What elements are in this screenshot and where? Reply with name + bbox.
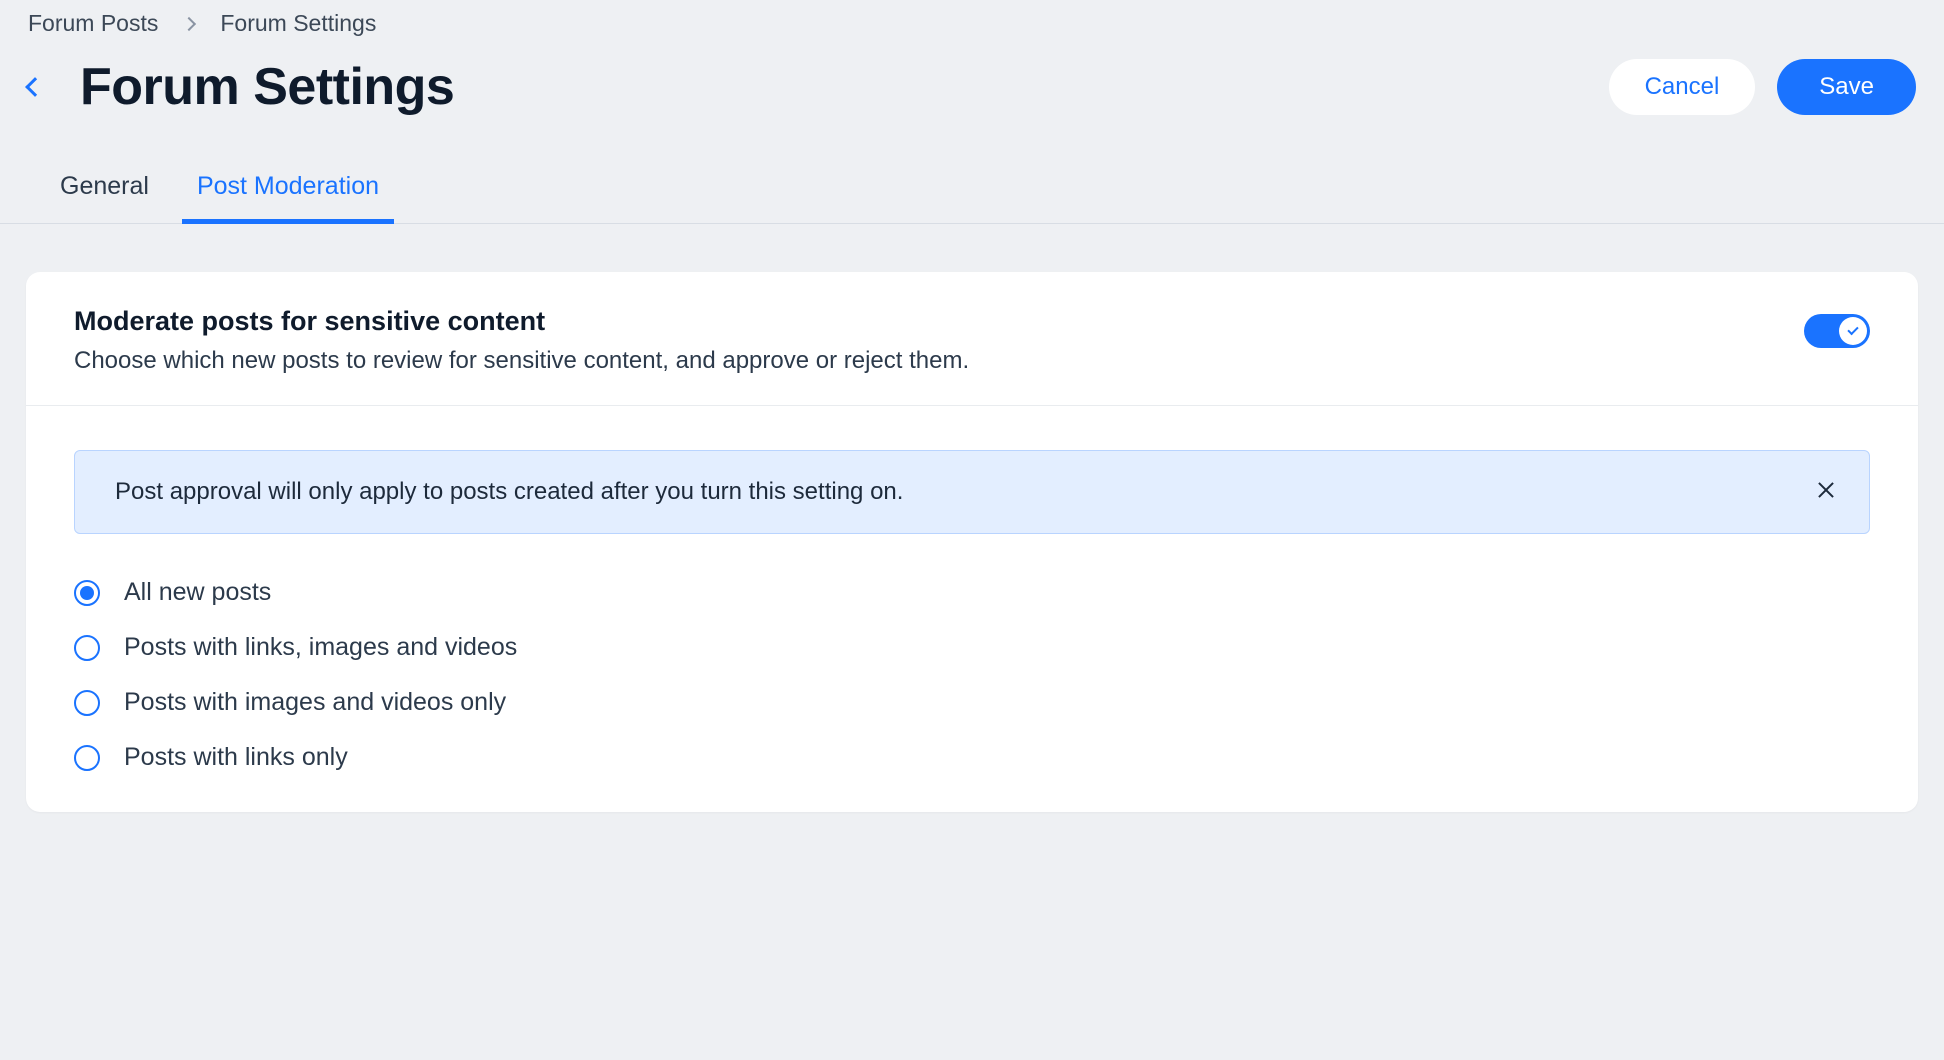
back-chevron-icon[interactable] — [25, 77, 45, 97]
radio-label: Posts with links only — [124, 743, 348, 772]
card-header: Moderate posts for sensitive content Cho… — [26, 272, 1918, 406]
tab-post-moderation[interactable]: Post Moderation — [197, 172, 379, 223]
radio-option-links-only[interactable]: Posts with links only — [74, 743, 1870, 772]
check-icon — [1847, 324, 1858, 335]
page-title: Forum Settings — [80, 57, 454, 117]
radio-option-all-new-posts[interactable]: All new posts — [74, 578, 1870, 607]
header-actions: Cancel Save — [1609, 59, 1916, 115]
chevron-right-icon — [182, 16, 196, 30]
breadcrumb: Forum Posts Forum Settings — [0, 0, 1944, 37]
card-description: Choose which new posts to review for sen… — [74, 347, 1804, 375]
moderation-toggle[interactable] — [1804, 314, 1870, 348]
radio-label: Posts with links, images and videos — [124, 633, 517, 662]
radio-indicator — [74, 745, 100, 771]
page-header: Forum Settings Cancel Save — [0, 37, 1944, 117]
close-icon — [1817, 481, 1835, 499]
card-title: Moderate posts for sensitive content — [74, 306, 1804, 337]
breadcrumb-item-forum-posts[interactable]: Forum Posts — [28, 10, 158, 37]
radio-label: All new posts — [124, 578, 271, 607]
radio-option-images-videos-only[interactable]: Posts with images and videos only — [74, 688, 1870, 717]
banner-close-button[interactable] — [1813, 477, 1839, 507]
settings-card: Moderate posts for sensitive content Cho… — [26, 272, 1918, 812]
radio-option-links-images-videos[interactable]: Posts with links, images and videos — [74, 633, 1870, 662]
info-banner: Post approval will only apply to posts c… — [74, 450, 1870, 534]
radio-indicator — [74, 635, 100, 661]
cancel-button[interactable]: Cancel — [1609, 59, 1756, 115]
breadcrumb-item-forum-settings[interactable]: Forum Settings — [220, 10, 376, 37]
card-body: Post approval will only apply to posts c… — [26, 406, 1918, 812]
radio-indicator — [74, 580, 100, 606]
tab-general[interactable]: General — [60, 172, 149, 223]
banner-text: Post approval will only apply to posts c… — [105, 478, 1813, 506]
tabs: General Post Moderation — [0, 117, 1944, 224]
save-button[interactable]: Save — [1777, 59, 1916, 115]
toggle-knob — [1839, 317, 1867, 345]
moderation-scope-radio-group: All new posts Posts with links, images a… — [74, 578, 1870, 772]
radio-label: Posts with images and videos only — [124, 688, 506, 717]
radio-indicator — [74, 690, 100, 716]
